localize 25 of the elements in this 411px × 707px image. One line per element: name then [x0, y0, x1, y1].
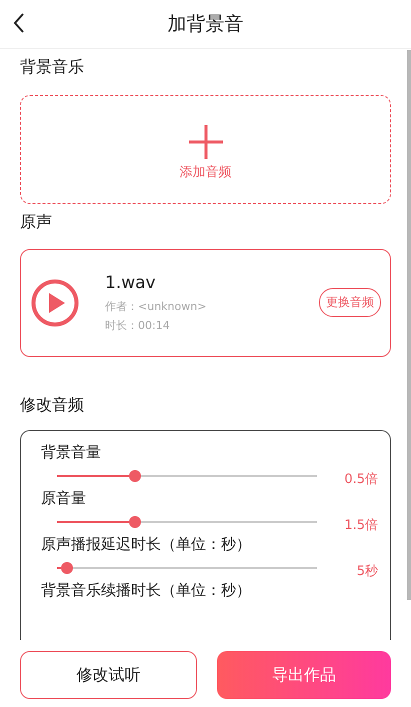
export-button[interactable]: 导出作品	[216, 651, 391, 699]
replace-audio-button[interactable]: 更换音频	[319, 288, 381, 318]
setting-label: 背景音乐续播时长（单位：秒）	[41, 581, 251, 600]
back-icon	[12, 12, 26, 34]
setting-label: 背景音量	[41, 443, 101, 462]
slider-thumb[interactable]	[129, 516, 141, 528]
section-heading: 背景音乐	[20, 57, 84, 78]
slider-thumb[interactable]	[61, 562, 74, 574]
slider-thumb[interactable]	[129, 470, 141, 482]
slider-value: 5秒	[356, 562, 378, 580]
duration-text: 时长：00:14	[105, 318, 171, 333]
play-icon[interactable]	[31, 278, 79, 327]
slider-value: 1.5倍	[344, 516, 378, 534]
add-audio-button[interactable]: 添加音频	[20, 95, 391, 204]
setting-label: 原声播报延迟时长（单位：秒）	[41, 535, 251, 554]
scrollbar[interactable]	[407, 50, 411, 600]
file-name: 1.wav	[105, 272, 157, 293]
page-title: 加背景音	[168, 12, 244, 37]
section-heading: 原声	[20, 212, 52, 233]
preview-button[interactable]: 修改试听	[20, 651, 196, 699]
setting-label: 原音量	[41, 489, 86, 508]
slider-value: 0.5倍	[344, 470, 378, 488]
section-heading: 修改音频	[20, 395, 84, 416]
author-text: 作者：<unknown>	[105, 298, 208, 314]
plus-icon	[188, 125, 222, 160]
